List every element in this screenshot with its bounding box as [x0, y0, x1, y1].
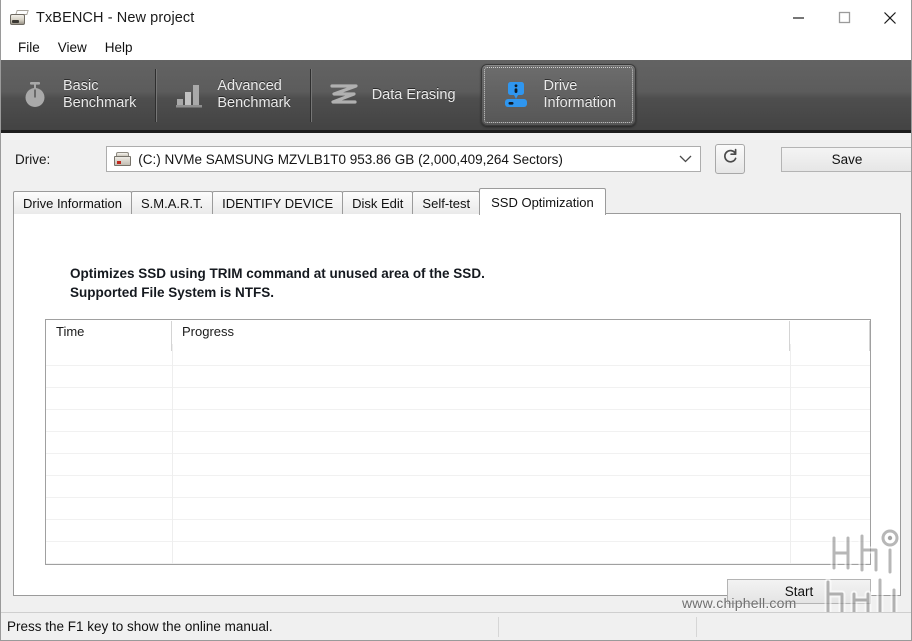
table-row[interactable]: [46, 344, 870, 366]
stopwatch-icon: [18, 78, 52, 112]
menu-bar: File View Help: [1, 35, 911, 60]
watermark-url: www.chiphell.com: [682, 595, 797, 611]
toolbar-label: Data Erasing: [371, 86, 456, 103]
table-row[interactable]: [46, 476, 870, 498]
tab-smart[interactable]: S.M.A.R.T.: [130, 191, 214, 214]
app-drive-icon: [10, 9, 29, 26]
toolbar-label: Drive Information: [543, 78, 617, 111]
eraser-wave-icon: [327, 78, 361, 112]
drive-info-icon: [499, 78, 533, 112]
toolbar-button-data-erasing[interactable]: Data Erasing: [309, 59, 475, 132]
toolbar-button-drive-information[interactable]: Drive Information: [480, 64, 637, 126]
drive-select-value: (C:) NVMe SAMSUNG MZVLB1T0 953.86 GB (2,…: [138, 151, 563, 167]
status-cell-2: [499, 613, 696, 641]
application-window: TxBENCH - New project File View Help Bas…: [0, 0, 912, 641]
menu-item-view[interactable]: View: [49, 38, 96, 57]
window-controls: [775, 0, 911, 35]
list-body: [46, 344, 870, 564]
menu-item-file[interactable]: File: [9, 38, 49, 57]
column-header-time[interactable]: Time: [46, 320, 172, 351]
tab-panel-ssd-optimization: Optimizes SSD using TRIM command at unus…: [13, 213, 901, 604]
toolbar-label: Advanced Benchmark: [217, 78, 291, 111]
toolbar-label: Basic Benchmark: [63, 78, 137, 111]
chevron-down-icon[interactable]: [679, 147, 692, 171]
main-toolbar: Basic Benchmark Advanced Benchmark Data …: [1, 59, 911, 133]
panel-description: Optimizes SSD using TRIM command at unus…: [70, 266, 485, 300]
list-header-row: Time Progress: [46, 320, 870, 351]
tab-disk-edit[interactable]: Disk Edit: [342, 191, 414, 214]
column-header-extra[interactable]: [790, 320, 870, 351]
toolbar-button-basic-benchmark[interactable]: Basic Benchmark: [1, 59, 155, 132]
table-row[interactable]: [46, 520, 870, 542]
tab-strip: Drive Information S.M.A.R.T. IDENTIFY DE…: [13, 188, 606, 215]
table-row[interactable]: [46, 454, 870, 476]
maximize-icon[interactable]: [821, 0, 867, 35]
tab-identify-device[interactable]: IDENTIFY DEVICE: [212, 191, 344, 214]
table-row[interactable]: [46, 432, 870, 454]
minimize-icon[interactable]: [775, 0, 821, 35]
optimization-log-list[interactable]: Time Progress: [45, 319, 871, 565]
window-title: TxBENCH - New project: [36, 9, 195, 26]
close-icon[interactable]: [867, 0, 911, 35]
table-row[interactable]: [46, 542, 870, 564]
menu-item-help[interactable]: Help: [96, 38, 142, 57]
table-row[interactable]: [46, 366, 870, 388]
title-bar: TxBENCH - New project: [1, 0, 911, 35]
refresh-button[interactable]: [715, 144, 746, 174]
tab-self-test[interactable]: Self-test: [412, 191, 481, 214]
status-cell-3: [697, 613, 911, 641]
drive-label: Drive:: [15, 151, 51, 167]
table-row[interactable]: [46, 388, 870, 410]
tab-control: Drive Information S.M.A.R.T. IDENTIFY DE…: [13, 188, 901, 604]
tab-drive-information[interactable]: Drive Information: [13, 191, 132, 214]
column-header-progress[interactable]: Progress: [172, 320, 790, 351]
save-button-label: Save: [831, 151, 863, 167]
save-button[interactable]: Save: [781, 146, 911, 172]
table-row[interactable]: [46, 410, 870, 432]
hard-disk-icon: [114, 152, 132, 166]
table-row[interactable]: [46, 498, 870, 520]
tab-ssd-optimization[interactable]: SSD Optimization: [479, 188, 606, 215]
drive-select[interactable]: (C:) NVMe SAMSUNG MZVLB1T0 953.86 GB (2,…: [106, 146, 702, 172]
refresh-icon: [721, 147, 740, 171]
drive-selector-row: Drive: (C:) NVMe SAMSUNG MZVLB1T0 953.86…: [1, 136, 911, 182]
toolbar-button-advanced-benchmark[interactable]: Advanced Benchmark: [155, 59, 309, 132]
bar-chart-icon: [172, 78, 206, 112]
status-bar: Press the F1 key to show the online manu…: [1, 612, 911, 641]
status-message: Press the F1 key to show the online manu…: [7, 619, 273, 634]
